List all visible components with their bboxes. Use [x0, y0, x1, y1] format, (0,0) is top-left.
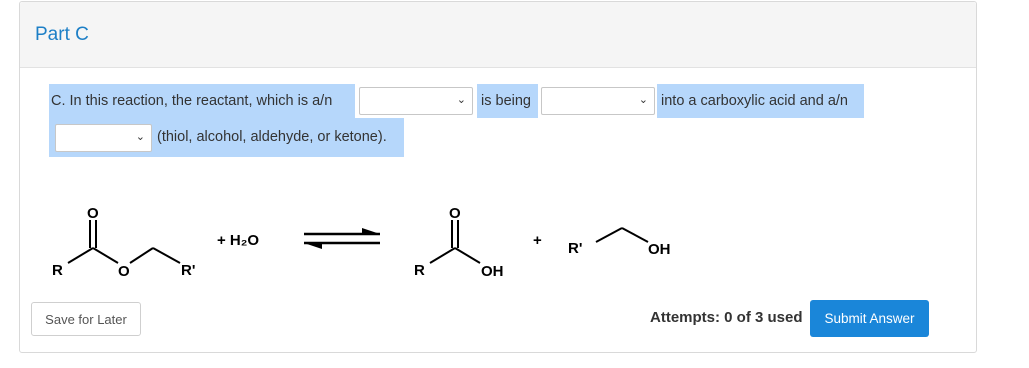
ester-r-label: R [52, 262, 63, 279]
acid-oh-label: OH [481, 263, 504, 280]
water-label: + H₂O [217, 232, 259, 249]
alcohol-r-prime-label: R' [568, 240, 582, 257]
attempts-counter: Attempts: 0 of 3 used [650, 309, 803, 326]
submit-answer-button[interactable]: Submit Answer [810, 300, 929, 337]
equilibrium-arrow-icon [304, 228, 380, 249]
save-for-later-button[interactable]: Save for Later [31, 302, 141, 336]
ester-carbonyl-oxygen-label: O [87, 205, 99, 222]
ester-r-prime-label: R' [181, 262, 195, 279]
acid-carbonyl-oxygen-label: O [449, 205, 461, 222]
ester-oxygen-label: O [118, 263, 130, 280]
plus-sign: + [533, 232, 542, 249]
alcohol-oh-label: OH [648, 241, 671, 258]
acid-r-label: R [414, 262, 425, 279]
